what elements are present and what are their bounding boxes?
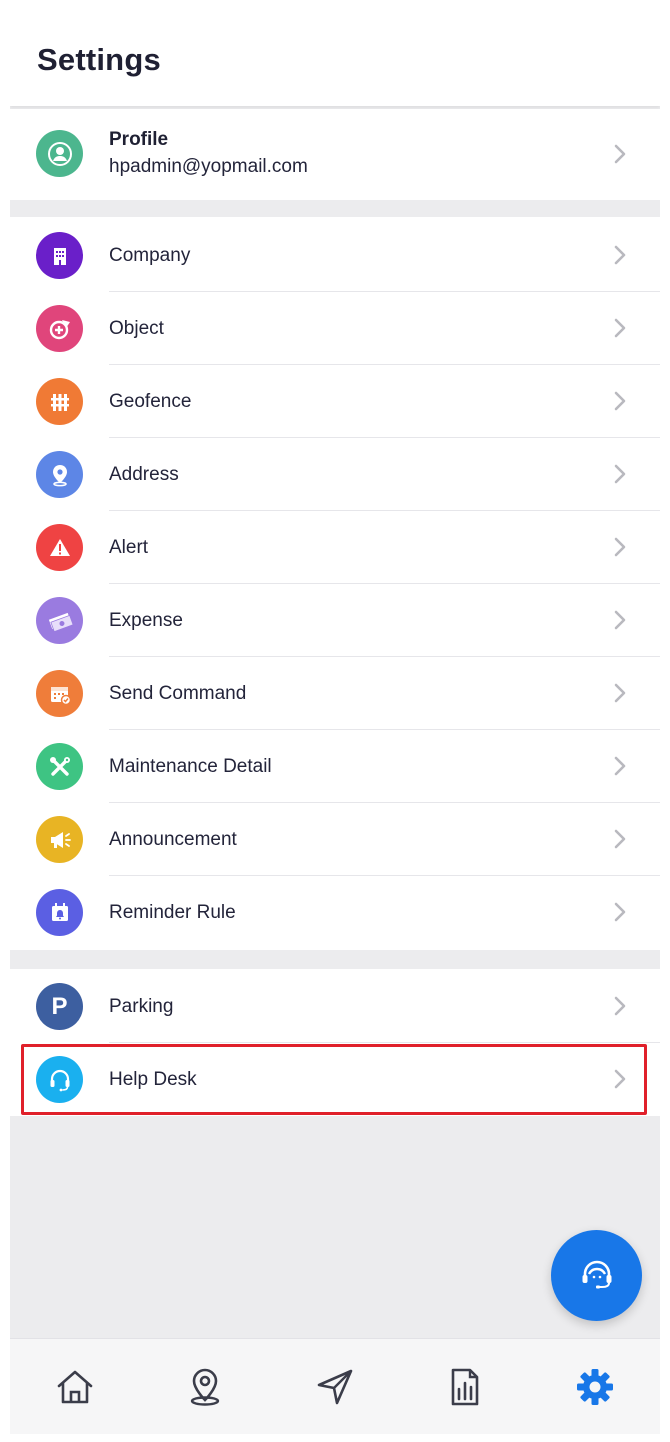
gear-icon [577, 1369, 613, 1405]
tools-icon [36, 743, 83, 790]
support-fab-button[interactable] [551, 1230, 642, 1321]
settings-item-label: Announcement [109, 829, 237, 850]
profile-title: Profile [109, 129, 169, 150]
settings-item-label: Geofence [109, 391, 192, 412]
profile-icon [36, 130, 83, 177]
extra-settings-section: P Parking Help Desk [10, 969, 660, 1116]
profile-email: hpadmin@yopmail.com [109, 156, 308, 177]
settings-item-object[interactable]: Object [10, 292, 660, 365]
geofence-icon [36, 378, 83, 425]
megaphone-icon [36, 816, 83, 863]
chevron-right-icon [614, 245, 626, 265]
chevron-right-icon [614, 391, 626, 411]
chevron-right-icon [614, 829, 626, 849]
profile-row[interactable]: Profile hpadmin@yopmail.com [10, 118, 660, 191]
chevron-right-icon [614, 756, 626, 776]
chevron-right-icon [614, 902, 626, 922]
settings-item-maintenance-detail[interactable]: Maintenance Detail [10, 730, 660, 803]
header: Settings [10, 10, 660, 106]
settings-item-label: Alert [109, 537, 149, 558]
settings-item-geofence[interactable]: Geofence [10, 365, 660, 438]
settings-item-label: Expense [109, 610, 183, 631]
chevron-right-icon [614, 683, 626, 703]
tab-reports[interactable] [440, 1359, 490, 1415]
settings-item-label: Object [109, 318, 164, 339]
settings-item-reminder-rule[interactable]: Reminder Rule [10, 876, 660, 949]
headset-icon [36, 1056, 83, 1103]
settings-item-label: Address [109, 464, 179, 485]
settings-item-label: Maintenance Detail [109, 756, 272, 777]
settings-item-label: Reminder Rule [109, 902, 236, 923]
parking-icon: P [36, 983, 83, 1030]
building-icon [36, 232, 83, 279]
support-agent-icon [582, 1260, 611, 1288]
main-settings-section: Company Object Geofence Address Alert Ex… [10, 217, 660, 950]
chevron-right-icon [614, 1069, 626, 1089]
chevron-right-icon [614, 318, 626, 338]
tab-map[interactable] [180, 1359, 230, 1415]
settings-item-alert[interactable]: Alert [10, 511, 660, 584]
chevron-right-icon [614, 464, 626, 484]
calendar-command-icon [36, 670, 83, 717]
settings-item-label: Help Desk [109, 1069, 197, 1090]
bottom-tab-bar [10, 1338, 660, 1434]
home-icon [57, 1370, 93, 1404]
settings-item-help-desk[interactable]: Help Desk [10, 1043, 660, 1116]
settings-item-expense[interactable]: Expense [10, 584, 660, 657]
settings-item-label: Send Command [109, 683, 247, 704]
calendar-reminder-icon [36, 889, 83, 936]
navigation-icon [317, 1369, 353, 1405]
object-icon [36, 305, 83, 352]
warning-icon [36, 524, 83, 571]
report-icon [451, 1368, 479, 1406]
settings-item-address[interactable]: Address [10, 438, 660, 511]
chevron-right-icon [614, 537, 626, 557]
settings-item-label: Parking [109, 996, 174, 1017]
settings-item-label: Company [109, 245, 191, 266]
settings-item-announcement[interactable]: Announcement [10, 803, 660, 876]
settings-item-send-command[interactable]: Send Command [10, 657, 660, 730]
map-pin-icon [190, 1368, 220, 1406]
settings-item-parking[interactable]: P Parking [10, 970, 660, 1043]
tab-home[interactable] [50, 1359, 100, 1415]
money-icon [36, 597, 83, 644]
location-pin-icon [36, 451, 83, 498]
settings-screen: Settings Profile hpadmin@yopmail.com Com… [10, 10, 660, 1434]
settings-item-company[interactable]: Company [10, 219, 660, 292]
chevron-right-icon [614, 610, 626, 630]
tab-navigate[interactable] [310, 1359, 360, 1415]
profile-section: Profile hpadmin@yopmail.com [10, 109, 660, 200]
tab-settings[interactable] [570, 1359, 620, 1415]
chevron-right-icon [614, 996, 626, 1016]
chevron-right-icon [614, 144, 626, 164]
page-title: Settings [37, 42, 161, 77]
